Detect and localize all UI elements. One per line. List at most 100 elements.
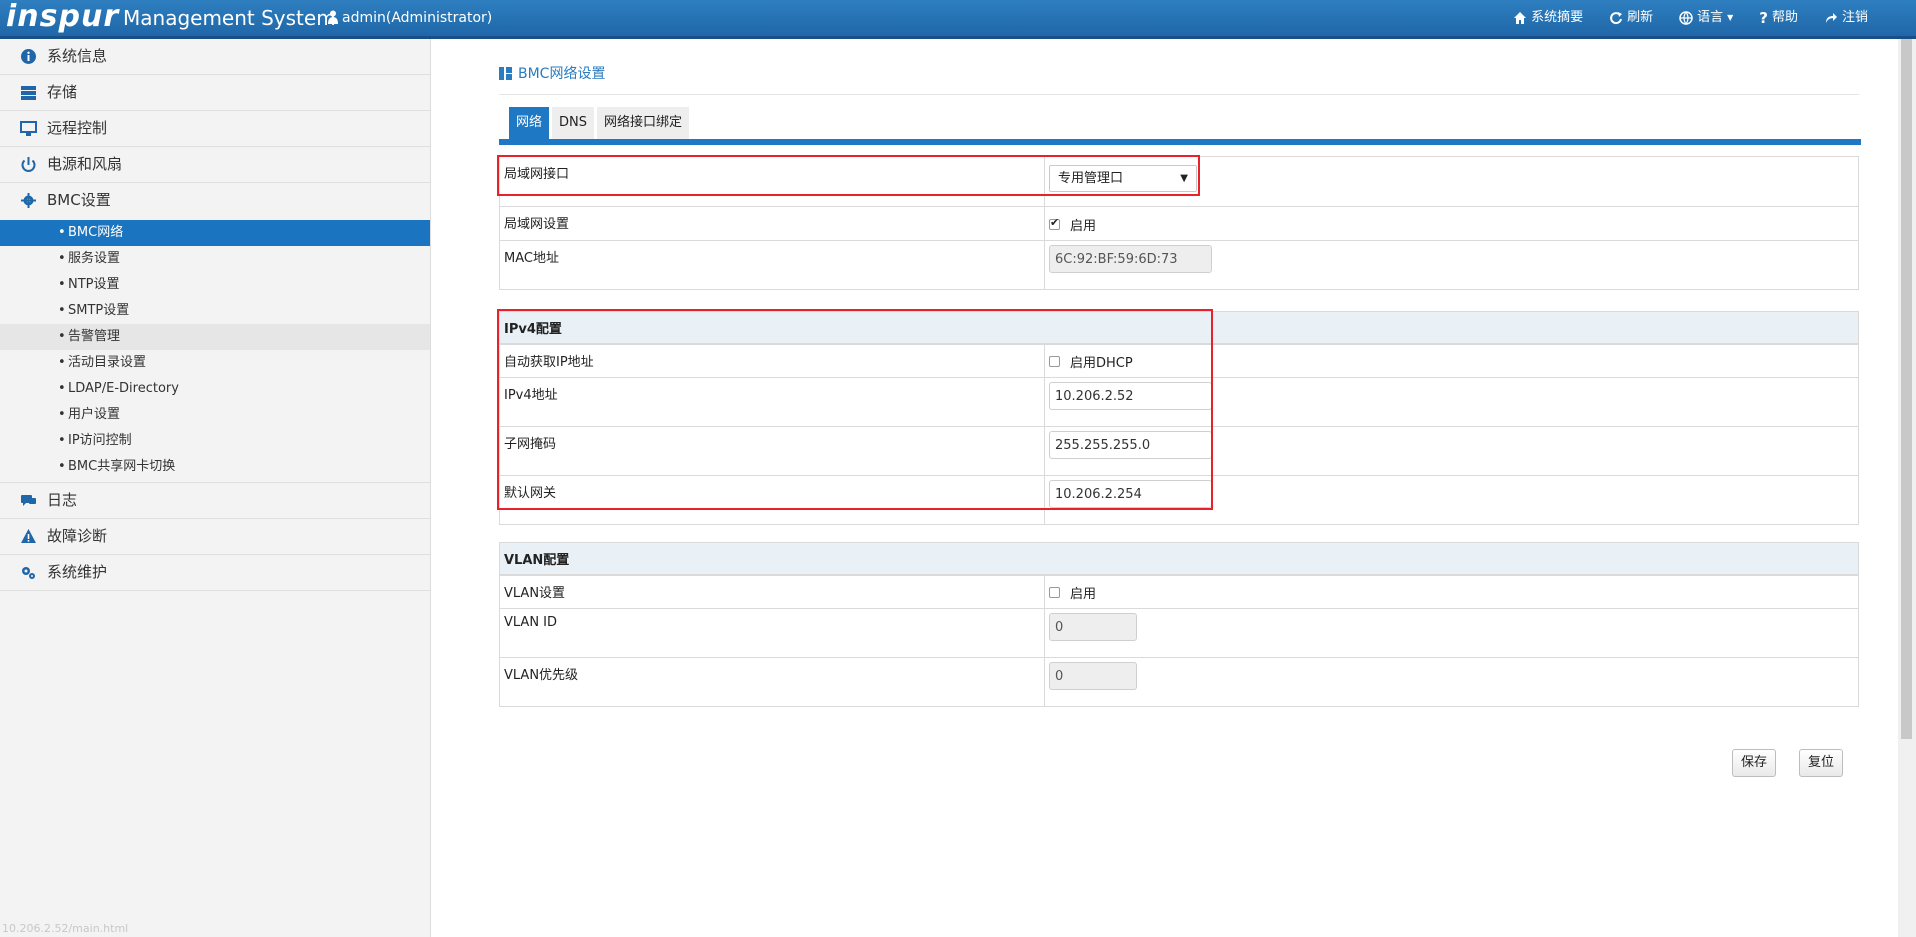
lan-interface-cell: 专用管理口 ▼ [1045,157,1858,206]
submenu-ip-access-control[interactable]: IP访问控制 [0,428,430,454]
grid-icon [499,66,512,80]
dhcp-cell: 启用DHCP [1045,345,1858,377]
chevron-down-icon: ▼ [1727,13,1734,22]
vlan-enable-checkbox[interactable] [1049,587,1060,598]
vlan-setting-cell: 启用 [1045,576,1858,608]
submenu-bmc-network[interactable]: BMC网络 [0,220,430,246]
lan-setting-cell: 启用 [1045,207,1858,240]
sidebar-item-label: BMC设置 [47,191,111,209]
lan-interface-value: 专用管理口 [1058,171,1124,186]
submenu-shared-nic-switch[interactable]: BMC共享网卡切换 [0,454,430,480]
sidebar-item-remote-control[interactable]: 远程控制 [0,111,430,147]
vlan-id-row: VLAN ID [500,608,1858,657]
vlan-setting-row: VLAN设置 启用 [500,575,1858,608]
lan-enable-checkbox[interactable] [1049,216,1060,230]
submenu-smtp-settings[interactable]: SMTP设置 [0,298,430,324]
power-icon [21,157,36,172]
ipv4-address-field[interactable] [1049,382,1212,410]
nav-refresh[interactable]: 刷新 [1609,0,1653,36]
home-icon [1514,12,1527,24]
page-scrollbar[interactable] [1898,39,1916,937]
sidebar-item-logs[interactable]: 日志 [0,483,430,519]
page-title: BMC网络设置 [499,63,605,83]
submenu-alert-management[interactable]: 告警管理 [0,324,430,350]
tab-bar: 网络 DNS 网络接口绑定 [499,107,1861,145]
dhcp-checkbox[interactable] [1049,356,1060,367]
sidebar-item-label: 日志 [47,491,78,509]
info-icon [21,49,36,64]
monitor-icon [20,121,37,136]
submenu-ntp-settings[interactable]: NTP设置 [0,272,430,298]
lan-interface-select[interactable]: 专用管理口 ▼ [1049,165,1197,192]
save-button[interactable]: 保存 [1732,749,1777,777]
gears-icon [22,567,35,579]
submenu-active-directory[interactable]: 活动目录设置 [0,350,430,376]
app-name: Management System [123,6,336,30]
tab-network[interactable]: 网络 [509,107,550,139]
subnet-mask-row: 子网掩码 [500,426,1858,475]
nav-refresh-label: 刷新 [1627,10,1654,25]
mac-label: MAC地址 [500,241,1045,289]
bmc-submenu: BMC网络 服务设置 NTP设置 SMTP设置 告警管理 活动目录设置 LDAP… [0,218,430,483]
dhcp-row: 自动获取IP地址 启用DHCP [500,344,1858,377]
current-user: admin(Administrator) [328,0,492,36]
sidebar-item-diagnostics[interactable]: 故障诊断 [0,519,430,555]
ipv4-address-label: IPv4地址 [500,378,1045,426]
nav-logout[interactable]: 注销 [1824,0,1868,36]
sidebar-item-storage[interactable]: 存储 [0,75,430,111]
submenu-service-settings[interactable]: 服务设置 [0,246,430,272]
help-icon: ? [1759,9,1768,27]
sidebar-item-maintenance[interactable]: 系统维护 [0,555,430,591]
sidebar-item-label: 系统信息 [47,47,108,65]
vlan-priority-field[interactable] [1049,662,1137,690]
subnet-mask-field[interactable] [1049,431,1212,459]
gateway-cell [1045,476,1858,524]
chat-icon [21,495,36,506]
submenu-ldap[interactable]: LDAP/E-Directory [0,376,430,402]
vlan-section: VLAN配置 VLAN设置 启用 VLAN ID VLAN优先级 [499,542,1859,707]
gateway-field[interactable] [1049,480,1212,508]
nav-language[interactable]: 语言 ▼ [1679,0,1733,36]
nav-summary[interactable]: 系统摘要 [1513,0,1583,36]
lan-enable-checkbox-group: 启用 [1049,215,1096,234]
nav-logout-label: 注销 [1841,10,1868,25]
sidebar-item-system-info[interactable]: 系统信息 [0,39,430,75]
vlan-enable-checkbox-group: 启用 [1049,583,1096,602]
vlan-priority-label: VLAN优先级 [500,658,1045,706]
logout-icon [1825,13,1837,23]
dhcp-check-label: 启用DHCP [1070,356,1133,371]
sidebar-item-power-fan[interactable]: 电源和风扇 [0,147,430,183]
tab-dns[interactable]: DNS [552,107,595,139]
submenu-user-settings[interactable]: 用户设置 [0,402,430,428]
tab-interface-binding[interactable]: 网络接口绑定 [597,107,690,139]
dhcp-label: 自动获取IP地址 [500,345,1045,377]
gateway-row: 默认网关 [500,475,1858,524]
inspur-logo: inspur [6,0,120,34]
lan-interface-label: 局域网接口 [500,157,1045,206]
nav-summary-label: 系统摘要 [1531,10,1584,25]
sidebar-item-label: 电源和风扇 [47,155,123,173]
page-title-text: BMC网络设置 [518,66,606,82]
gear-icon [21,193,36,208]
mac-cell [1045,241,1858,289]
scrollbar-thumb[interactable] [1901,39,1912,739]
ipv4-address-cell [1045,378,1858,426]
top-header: inspur Management System admin(Administr… [0,0,1916,39]
reset-button[interactable]: 复位 [1799,749,1844,777]
sidebar-item-label: 系统维护 [47,563,108,581]
status-url: 10.206.2.52/main.html [2,922,129,935]
sidebar-item-label: 故障诊断 [47,527,108,545]
lan-enable-label: 启用 [1070,219,1097,234]
subnet-mask-cell [1045,427,1858,475]
subnet-mask-label: 子网掩码 [500,427,1045,475]
user-icon [328,10,338,24]
mac-row: MAC地址 [500,240,1858,289]
nav-language-label: 语言 [1697,10,1724,25]
vlan-priority-cell [1045,658,1858,706]
sidebar-item-bmc-settings[interactable]: BMC设置 [0,183,430,218]
sidebar: 系统信息 存储 远程控制 电源和风扇 BMC设置 BMC网络 服务设置 NTP设… [0,39,431,937]
lan-setting-row: 局域网设置 启用 [500,206,1858,240]
vlan-id-field[interactable] [1049,613,1137,641]
nav-help[interactable]: ? 帮助 [1759,0,1798,36]
mac-field[interactable] [1049,245,1212,273]
